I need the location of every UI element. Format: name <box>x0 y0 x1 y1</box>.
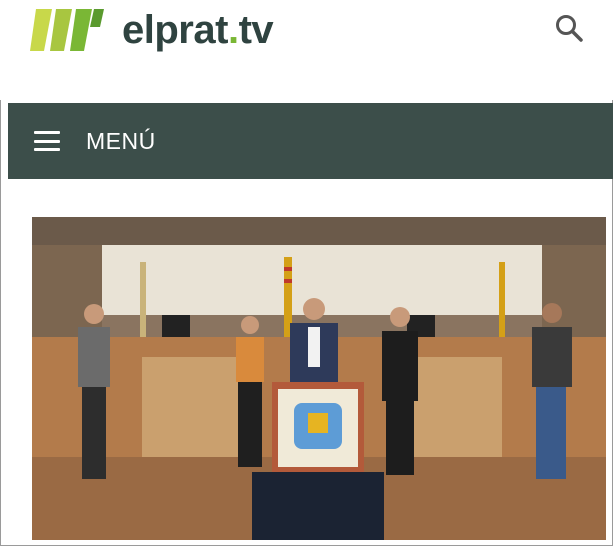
person-right-suit <box>382 307 418 475</box>
search-button[interactable] <box>553 12 585 44</box>
photo-illustration <box>32 217 606 540</box>
logo-wordmark: elprat.tv <box>122 7 274 53</box>
logo-text: elprat <box>122 7 228 52</box>
search-icon <box>556 15 583 42</box>
logo-dot: . <box>227 7 239 52</box>
elprat-logo-icon <box>30 9 104 51</box>
person-left <box>78 304 110 479</box>
site-logo[interactable]: elprat.tv <box>28 4 274 56</box>
person-woman <box>236 316 264 467</box>
article-photo[interactable] <box>32 217 606 540</box>
menu-label[interactable]: MENÚ <box>86 128 156 155</box>
logo-suffix: tv <box>238 7 274 52</box>
site-header: elprat.tv <box>0 0 615 100</box>
person-far-right <box>532 303 572 479</box>
hamburger-menu-icon[interactable] <box>34 131 60 151</box>
main-navbar: MENÚ <box>8 103 613 179</box>
